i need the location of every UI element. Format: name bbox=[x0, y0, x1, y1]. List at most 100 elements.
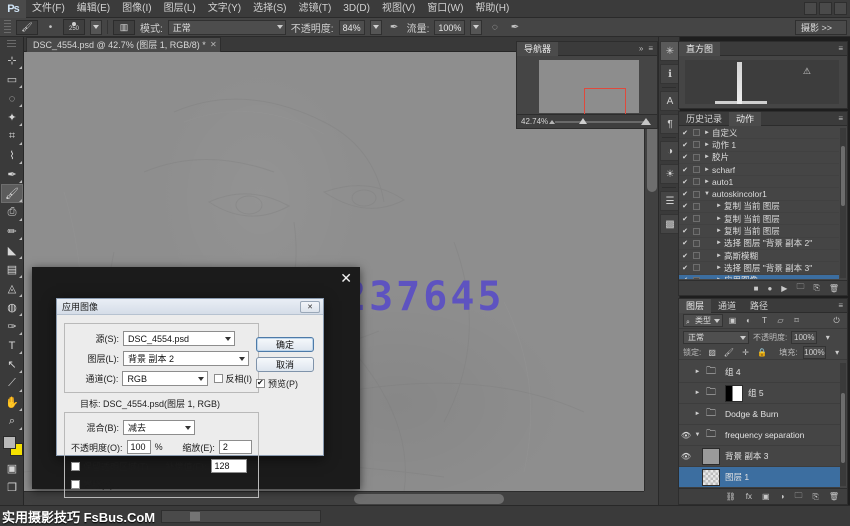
close-icon[interactable]: ✕ bbox=[210, 41, 217, 49]
pen-tool[interactable]: ✑ bbox=[1, 317, 23, 336]
action-dialog-toggle[interactable] bbox=[691, 178, 702, 185]
zoom-slider-knob[interactable] bbox=[579, 118, 587, 124]
action-enabled-checkbox[interactable]: ✔ bbox=[679, 227, 691, 235]
layer-thumbnail[interactable]: 🗀 bbox=[702, 364, 720, 381]
action-dialog-toggle[interactable] bbox=[691, 277, 702, 279]
invert-checkbox[interactable]: 反相(I) bbox=[214, 372, 253, 385]
new-layer-icon[interactable]: ⎘ bbox=[812, 492, 818, 502]
cancel-button[interactable]: 取消 bbox=[256, 357, 314, 372]
disclosure-triangle-icon[interactable]: ► bbox=[702, 130, 712, 136]
layers-list[interactable]: ►🗀组 4►🗀组 5►🗀Dodge & Burn👁▼🗀frequency sep… bbox=[679, 362, 840, 487]
character-dock-icon[interactable]: A bbox=[660, 91, 680, 111]
lasso-tool[interactable]: ◌ bbox=[1, 89, 23, 108]
dialog-opacity-input[interactable]: 100 bbox=[127, 440, 151, 454]
action-enabled-checkbox[interactable]: ✔ bbox=[679, 252, 691, 260]
panel-menu-icon[interactable]: ≡ bbox=[838, 44, 843, 53]
preview-checkbox[interactable]: 预览(P) bbox=[256, 377, 316, 390]
histogram-warning-icon[interactable]: ⚠ bbox=[803, 66, 811, 77]
action-dialog-toggle[interactable] bbox=[691, 264, 702, 271]
marquee-tool[interactable]: ▭ bbox=[1, 70, 23, 89]
action-dialog-toggle[interactable] bbox=[691, 203, 702, 210]
tab-history[interactable]: 历史记录 bbox=[679, 112, 729, 126]
action-dialog-toggle[interactable] bbox=[691, 240, 702, 247]
action-enabled-checkbox[interactable]: ✔ bbox=[679, 141, 691, 149]
opacity-stepper-icon[interactable]: ▾ bbox=[821, 331, 834, 344]
clone-stamp-tool[interactable]: ⎙ bbox=[1, 203, 23, 222]
layer-row[interactable]: 👁▼🗀frequency separation bbox=[679, 425, 840, 446]
disclosure-triangle-icon[interactable]: ► bbox=[714, 228, 724, 234]
menu-image[interactable]: 图像(I) bbox=[116, 0, 157, 18]
new-group-icon[interactable]: 🗀 bbox=[796, 281, 804, 295]
action-row[interactable]: ✔►scharf bbox=[679, 164, 839, 176]
flow-value[interactable]: 100% bbox=[434, 20, 465, 35]
menu-type[interactable]: 文字(Y) bbox=[202, 0, 247, 18]
action-dialog-toggle[interactable] bbox=[691, 141, 702, 148]
foreground-color-swatch[interactable] bbox=[3, 436, 16, 449]
stop-icon[interactable]: ■ bbox=[754, 284, 759, 293]
action-dialog-toggle[interactable] bbox=[691, 228, 702, 235]
blend-select[interactable]: 减去 bbox=[123, 420, 195, 435]
panel-menu-icon[interactable]: ≡ bbox=[838, 301, 843, 310]
brush-preset-dropdown[interactable] bbox=[90, 20, 102, 35]
quick-mask-toggle[interactable]: ▣ bbox=[1, 459, 23, 478]
ok-button[interactable]: 确定 bbox=[256, 337, 314, 352]
toggle-filter-icon[interactable]: ⏻ bbox=[830, 314, 843, 327]
action-enabled-checkbox[interactable]: ✔ bbox=[679, 129, 691, 137]
action-row[interactable]: ✔►选择 图层 "背景 副本 2" bbox=[679, 238, 839, 250]
panel-menu-icon[interactable]: ≡ bbox=[838, 114, 843, 123]
actions-scrollbar[interactable] bbox=[840, 128, 846, 278]
action-enabled-checkbox[interactable]: ✔ bbox=[679, 239, 691, 247]
info-dock-icon[interactable]: ℹ bbox=[660, 64, 680, 84]
fx-icon[interactable]: fx bbox=[746, 492, 752, 501]
disclosure-triangle-icon[interactable]: ► bbox=[714, 253, 724, 259]
opacity-pressure-icon[interactable]: ✒ bbox=[387, 20, 402, 35]
menu-view[interactable]: 视图(V) bbox=[376, 0, 421, 18]
layer-row[interactable]: ►🗀组 5 bbox=[679, 383, 840, 404]
dialog-title-bar[interactable]: 应用图像 ✕ bbox=[57, 299, 323, 315]
navigator-view-rectangle[interactable] bbox=[584, 88, 626, 115]
tab-histogram[interactable]: 直方图 bbox=[679, 42, 720, 56]
opacity-value[interactable]: 84% bbox=[339, 20, 365, 35]
gradient-tool[interactable]: ▤ bbox=[1, 260, 23, 279]
disclosure-triangle-icon[interactable]: ► bbox=[702, 179, 712, 185]
flow-pressure-icon[interactable]: ✒ bbox=[507, 20, 522, 35]
paragraph-dock-icon[interactable]: ¶ bbox=[660, 114, 680, 134]
layer-row[interactable]: 图层 1 bbox=[679, 467, 840, 488]
navigator-thumbnail[interactable] bbox=[539, 60, 639, 113]
histogram-dock-icon[interactable]: ✳ bbox=[660, 41, 680, 61]
layer-row[interactable]: ►🗀组 4 bbox=[679, 362, 840, 383]
screen-mode-toggle[interactable]: ❐ bbox=[1, 478, 23, 497]
menu-help[interactable]: 帮助(H) bbox=[469, 0, 515, 18]
layer-mask-thumbnail[interactable] bbox=[725, 385, 743, 402]
tab-paths[interactable]: 路径 bbox=[743, 299, 775, 313]
menu-edit[interactable]: 编辑(E) bbox=[71, 0, 116, 18]
flow-stepper[interactable] bbox=[470, 20, 482, 35]
eyedropper-tool[interactable]: ⌇ bbox=[1, 146, 23, 165]
layer-thumbnail[interactable]: 🗀 bbox=[702, 406, 720, 423]
layer-row[interactable]: ►🗀Dodge & Burn bbox=[679, 404, 840, 425]
lock-transparent-icon[interactable]: ▨ bbox=[706, 346, 718, 359]
action-dialog-toggle[interactable] bbox=[691, 129, 702, 136]
disclosure-triangle-icon[interactable]: ► bbox=[714, 277, 724, 279]
close-button[interactable] bbox=[834, 2, 847, 15]
type-filter-icon[interactable]: T bbox=[758, 314, 771, 327]
move-tool[interactable]: ⊹ bbox=[1, 51, 23, 70]
shape-filter-icon[interactable]: ▱ bbox=[774, 314, 787, 327]
hand-tool[interactable]: ✋ bbox=[1, 393, 23, 412]
layer-visibility-icon[interactable]: 👁 bbox=[679, 431, 693, 440]
mask-icon[interactable]: ▣ bbox=[762, 492, 770, 501]
fill-stepper-icon[interactable]: ▾ bbox=[831, 346, 843, 359]
blur-tool[interactable]: ◬ bbox=[1, 279, 23, 298]
record-icon[interactable]: ● bbox=[767, 284, 772, 293]
layer-blend-mode-select[interactable]: 正常 bbox=[683, 331, 749, 344]
adjustments-dock-icon[interactable]: ☀ bbox=[660, 164, 680, 184]
disclosure-triangle-icon[interactable]: ► bbox=[702, 142, 712, 148]
eraser-tool[interactable]: ◣ bbox=[1, 241, 23, 260]
zoom-in-icon[interactable] bbox=[641, 118, 651, 125]
action-row[interactable]: ✔►复制 当前 图层 bbox=[679, 225, 839, 237]
styles-dock-icon[interactable]: ▩ bbox=[660, 214, 680, 234]
disclosure-triangle-icon[interactable]: ► bbox=[714, 265, 724, 271]
menu-select[interactable]: 选择(S) bbox=[247, 0, 292, 18]
scrollbar-thumb[interactable] bbox=[354, 494, 504, 504]
brush-panel-toggle-icon[interactable]: ▥ bbox=[113, 20, 135, 35]
